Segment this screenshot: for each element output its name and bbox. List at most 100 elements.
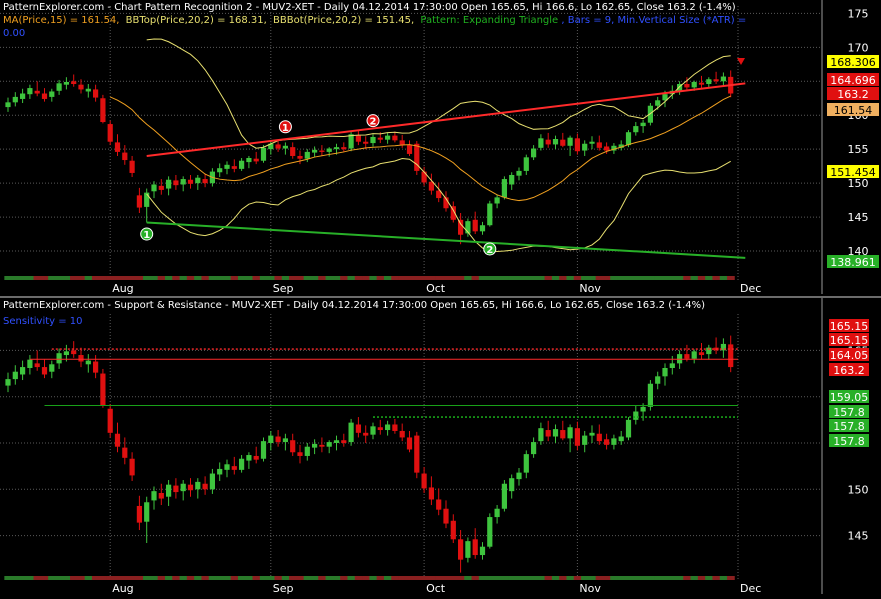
trend-strip-cell: [99, 576, 107, 580]
trend-strip-cell: [259, 576, 268, 580]
price-tag-label: 164.05: [830, 349, 869, 362]
trend-strip-cell: [675, 576, 684, 580]
candle-body: [472, 539, 478, 556]
trend-strip-cell: [471, 576, 480, 580]
candle-body: [260, 441, 267, 459]
candle-body: [684, 84, 690, 88]
candle-body: [582, 143, 588, 151]
trend-strip-cell: [237, 576, 246, 580]
candle-body: [253, 158, 259, 162]
trend-strip-cell: [383, 276, 392, 280]
trend-strip-cell: [48, 576, 56, 580]
candle-body: [428, 487, 434, 500]
trend-strip-cell: [624, 576, 633, 580]
trend-strip-cell: [661, 276, 670, 280]
atr-value: 0.00: [3, 28, 26, 39]
trend-strip-cell: [624, 276, 633, 280]
trend-strip-cell: [551, 276, 560, 280]
y-tick-label: 145: [848, 211, 869, 224]
candle-body: [647, 383, 653, 407]
trend-strip-cell: [646, 276, 655, 280]
trend-strip-cell: [376, 576, 385, 580]
candle-body: [552, 429, 559, 437]
trend-strip-cell: [435, 276, 443, 280]
trend-strip-cell: [478, 276, 487, 280]
trend-strip-cell: [77, 276, 86, 280]
candle-body: [63, 81, 69, 85]
candle-body: [552, 139, 559, 145]
sr-chart-header: PatternExplorer.com - Support & Resistan…: [3, 300, 710, 312]
candle-body: [465, 541, 471, 558]
candle-body: [107, 408, 113, 433]
trend-strip-cell: [259, 276, 268, 280]
support-trendline: [146, 221, 746, 259]
candle-body: [392, 135, 398, 141]
candle-body: [472, 219, 478, 232]
trend-strip-cell: [376, 276, 385, 280]
x-tick-label: Sep: [273, 582, 294, 595]
price-tag-label: 151.454: [830, 166, 876, 179]
trend-strip-cell: [486, 576, 494, 580]
candle-body: [41, 367, 48, 375]
trend-strip-cell: [245, 276, 253, 280]
candle-body: [698, 352, 705, 356]
candle-body: [377, 137, 383, 140]
trend-strip-cell: [464, 276, 472, 280]
trend-strip-cell: [705, 576, 713, 580]
candle-body: [684, 354, 690, 359]
trend-strip-cell: [128, 276, 137, 280]
trend-strip-cell: [194, 276, 202, 280]
candle-body: [209, 473, 215, 490]
trend-strip-cell: [318, 576, 326, 580]
candle-body: [166, 179, 172, 189]
candle-body: [494, 508, 500, 518]
trend-strip-cell: [646, 576, 655, 580]
candle-body: [421, 171, 427, 183]
trend-strip-cell: [391, 276, 399, 280]
candle-body: [217, 168, 223, 173]
x-tick-label: Dec: [740, 282, 761, 295]
candle-body: [20, 93, 26, 99]
trend-strip-cell: [201, 576, 210, 580]
candle-body: [63, 351, 69, 356]
trend-strip-cell: [383, 576, 392, 580]
pattern-point-label: 2: [486, 245, 493, 256]
candle-body: [501, 179, 507, 198]
trend-strip-cell: [413, 276, 421, 280]
pattern-chart-title: PatternExplorer.com - Chart Pattern Reco…: [3, 2, 736, 13]
candle-body: [202, 179, 208, 184]
trend-strip-cell: [544, 276, 553, 280]
trend-strip-cell: [712, 276, 721, 280]
trend-strip-cell: [427, 576, 436, 580]
candle-body: [523, 157, 529, 171]
trend-strip-cell: [537, 276, 545, 280]
trend-strip-cell: [727, 276, 735, 280]
trend-strip-cell: [602, 576, 611, 580]
candle-body: [385, 424, 391, 431]
candle-body: [458, 539, 464, 560]
candle-body: [85, 360, 91, 365]
support-resistance-panel: 165160155150145AugSepOctNovDec165.15165.…: [0, 298, 881, 599]
price-tag-label: 157.8: [833, 435, 865, 448]
sensitivity-label: Sensitivity = 10: [3, 316, 83, 327]
trend-strip-cell: [135, 276, 144, 280]
trend-strip-cell: [588, 276, 597, 280]
trend-strip-cell: [26, 576, 34, 580]
trend-strip-cell: [303, 576, 312, 580]
candle-body: [669, 363, 675, 368]
trend-strip-cell: [179, 576, 188, 580]
candle-body: [239, 160, 245, 169]
y-tick-label: 155: [848, 143, 869, 156]
trend-strip-cell: [208, 276, 217, 280]
trend-strip-cell: [442, 276, 451, 280]
indicator-legend: MA(Price,15) = 161.54, BBTop(Price,20,2)…: [3, 15, 751, 27]
pattern-point-label: 2: [370, 117, 377, 128]
pattern-chart-header: PatternExplorer.com - Chart Pattern Reco…: [3, 2, 741, 14]
candle-body: [180, 179, 186, 185]
trend-strip-cell: [449, 576, 458, 580]
trend-strip-cell: [106, 576, 115, 580]
trend-strip-cell: [690, 576, 699, 580]
trend-strip-cell: [201, 276, 210, 280]
candle-body: [27, 359, 33, 368]
candle-body: [720, 76, 726, 82]
